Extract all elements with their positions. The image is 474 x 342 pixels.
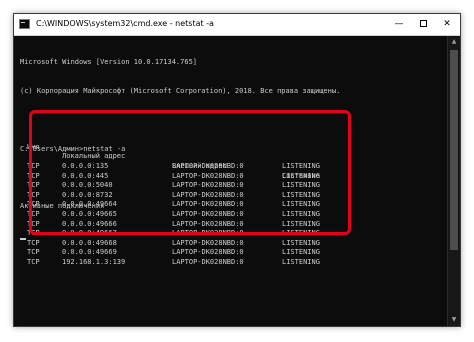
text-cursor: [20, 238, 26, 240]
version-line: Microsoft Windows [Version 10.0.17134.76…: [20, 58, 198, 67]
arrow-down-icon[interactable]: ▼: [448, 314, 460, 326]
table-row: TCP 0.0.0.0:49668 LAPTOP-DK028NBD:0 LISTENI…: [27, 238, 320, 249]
row-state: LISTENING: [282, 257, 320, 266]
table-row: TCP 192.168.1.3:139 LAPTOP-DK028NBD:0 LISTE…: [27, 257, 320, 268]
minimize-icon: —: [394, 19, 404, 29]
row-foreign-address: LAPTOP-DK028NBD:0: [172, 248, 244, 257]
cmd-window: C:\WINDOWS\system32\cmd.exe - netstat -a…: [13, 13, 461, 327]
vertical-scrollbar[interactable]: ▲ ▼: [447, 36, 460, 326]
row-local-address: 0.0.0.0:49669: [62, 248, 117, 257]
close-icon: ✕: [443, 19, 451, 29]
row-state: LISTENING: [282, 238, 320, 247]
row-name: TCP: [27, 248, 40, 257]
row-foreign-address: LAPTOP-DK028NBD:0: [172, 238, 244, 247]
title-bar[interactable]: C:\WINDOWS\system32\cmd.exe - netstat -a…: [14, 14, 460, 36]
scroll-thumb[interactable]: [450, 50, 458, 250]
maximize-icon: [419, 20, 427, 27]
minimize-button[interactable]: —: [388, 14, 410, 35]
row-state: LISTENING: [282, 248, 320, 257]
cmd-icon: [19, 19, 30, 29]
copyright-line: (c) Корпорация Майкрософт (Microsoft Cor…: [20, 86, 341, 95]
table-row: TCP 0.0.0.0:49669 LAPTOP-DK028NBD:0 LISTENI…: [27, 248, 320, 258]
window-title: C:\WINDOWS\system32\cmd.exe - netstat -a: [36, 19, 214, 28]
row-foreign-address: LAPTOP-DK028NBD:0: [172, 257, 244, 266]
highlight-frame: [29, 110, 351, 235]
maximize-button[interactable]: [412, 14, 434, 35]
row-name: TCP: [27, 238, 40, 247]
close-button[interactable]: ✕: [436, 14, 458, 35]
row-name: TCP: [27, 257, 40, 266]
row-local-address: 0.0.0.0:49668: [62, 238, 117, 247]
arrow-up-icon[interactable]: ▲: [448, 36, 460, 48]
row-local-address: 192.168.1.3:139: [62, 257, 126, 266]
